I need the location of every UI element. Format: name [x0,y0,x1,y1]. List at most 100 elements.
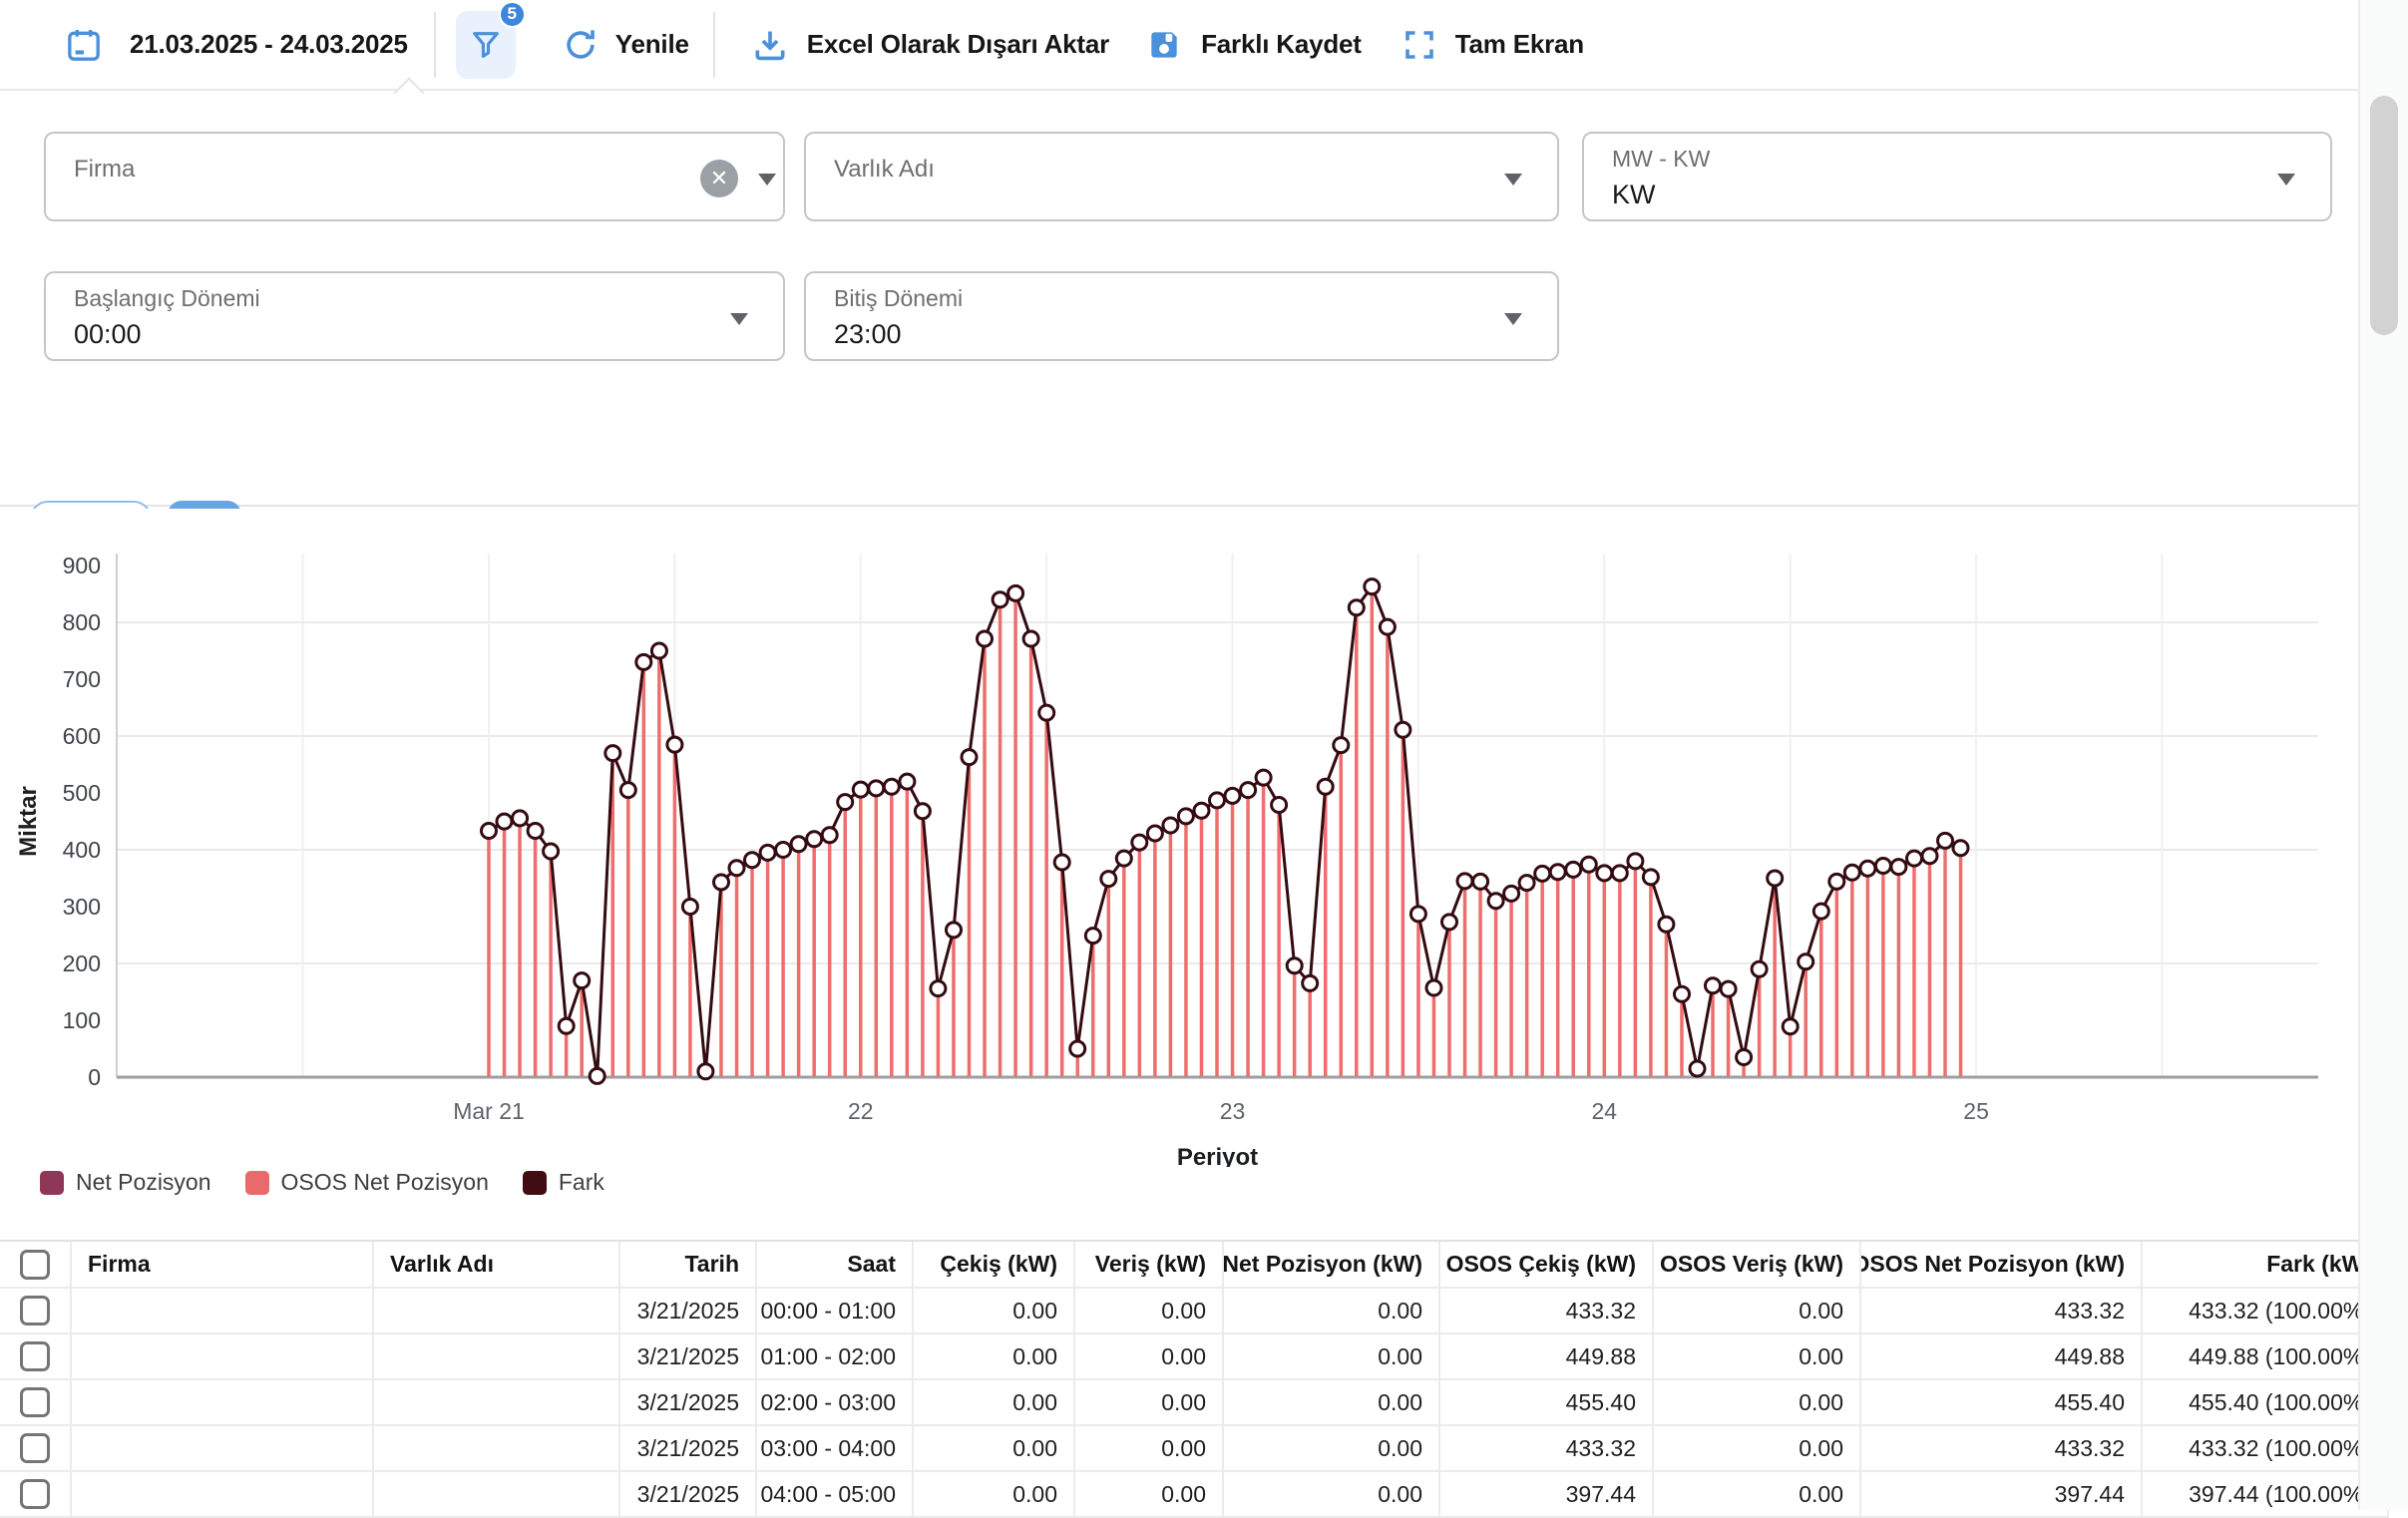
table-cell: 0.00 [1654,1334,1861,1380]
table-cell: 0.00 [914,1472,1075,1518]
table-row: 3/21/202503:00 - 04:000.000.000.00433.32… [0,1426,2389,1472]
table-cell [0,1380,72,1426]
svg-text:Periyot: Periyot [1177,1144,1258,1167]
table-cell: 449.88 [1861,1334,2143,1380]
baslangic-donemi-label: Başlangıç Dönemi [74,285,260,312]
chevron-down-icon[interactable] [2277,174,2295,186]
row-checkbox[interactable] [20,1479,50,1509]
clear-icon[interactable]: ✕ [700,160,738,197]
table-cell: 433.32 (100.00%) [2143,1289,2389,1334]
refresh-icon[interactable] [562,26,600,64]
baslangic-donemi-field[interactable]: Başlangıç Dönemi 00:00 [44,271,785,361]
table-header-cell: Firma [72,1242,374,1289]
table-header-cell: Net Pozisyon (kW) [1224,1242,1440,1289]
bitis-donemi-field[interactable]: Bitiş Dönemi 23:00 [804,271,1559,361]
filter-button[interactable]: 5 [456,11,516,79]
row-checkbox[interactable] [20,1250,50,1280]
svg-text:200: 200 [63,950,101,976]
table-cell: 0.00 [1075,1334,1224,1380]
row-checkbox[interactable] [20,1341,50,1371]
table-header-cell [0,1242,72,1289]
table-cell: 00:00 - 01:00 [757,1289,914,1334]
table-cell: 0.00 [1075,1472,1224,1518]
varlik-adi-field[interactable]: Varlık Adı [804,132,1559,221]
svg-text:25: 25 [1963,1098,1989,1124]
firma-label: Firma [74,156,135,184]
fullscreen-button[interactable]: Tam Ekran [1455,29,1584,60]
svg-text:22: 22 [848,1098,874,1124]
row-checkbox[interactable] [20,1433,50,1463]
table-cell: 0.00 [914,1289,1075,1334]
table-cell: 397.44 (100.00%) [2143,1472,2389,1518]
chart-section: 0100200300400500600700800900Mar 21222324… [0,509,2408,1240]
calendar-icon[interactable] [64,25,104,65]
download-icon[interactable] [751,26,789,64]
table-header-cell: Fark (kW) [2143,1242,2389,1289]
chevron-down-icon[interactable] [1504,313,1522,325]
legend-swatch-icon [40,1171,64,1195]
table-header-cell: Çekiş (kW) [914,1242,1075,1289]
bitis-donemi-label: Bitiş Dönemi [834,285,963,312]
table-cell [374,1334,620,1380]
table-cell: 0.00 [1075,1426,1224,1472]
date-range[interactable]: 21.03.2025 - 24.03.2025 [130,29,408,60]
table-cell: 3/21/2025 [620,1334,757,1380]
table-cell: 0.00 [1654,1289,1861,1334]
table-header-cell: OSOS Veriş (kW) [1654,1242,1861,1289]
chevron-down-icon[interactable] [1504,174,1522,186]
table-cell: 433.32 [1440,1426,1654,1472]
table-cell: 0.00 [1224,1380,1440,1426]
table-cell: 0.00 [914,1426,1075,1472]
table-row: 3/21/202502:00 - 03:000.000.000.00455.40… [0,1380,2389,1426]
svg-text:600: 600 [63,723,101,749]
svg-text:800: 800 [63,609,101,635]
legend-swatch-icon [523,1171,547,1195]
table-cell: 397.44 [1861,1472,2143,1518]
filter-icon [469,28,503,62]
firma-field[interactable]: Firma ✕ [44,132,785,221]
legend-item[interactable]: OSOS Net Pozisyon [245,1169,489,1196]
fullscreen-icon[interactable] [1402,27,1437,63]
svg-text:23: 23 [1220,1098,1246,1124]
toolbar-divider [434,12,436,78]
chevron-down-icon[interactable] [730,313,748,325]
export-excel-button[interactable]: Excel Olarak Dışarı Aktar [807,29,1109,60]
legend-item[interactable]: Fark [523,1169,604,1196]
miktar-periyot-chart[interactable]: 0100200300400500600700800900Mar 21222324… [0,509,2408,1167]
chevron-down-icon[interactable] [758,174,776,186]
table-cell: 449.88 [1440,1334,1654,1380]
table-cell: 0.00 [914,1334,1075,1380]
mw-kw-field[interactable]: MW - KW KW [1582,132,2332,221]
table-cell: 433.32 (100.00%) [2143,1426,2389,1472]
table-cell [0,1334,72,1380]
legend-item[interactable]: Net Pozisyon [40,1169,211,1196]
table-cell: 0.00 [1224,1426,1440,1472]
table-cell: 0.00 [1075,1289,1224,1334]
table-header-cell: Veriş (kW) [1075,1242,1224,1289]
table-cell: 0.00 [914,1380,1075,1426]
table-header-cell: Tarih [620,1242,757,1289]
table-cell: 455.40 (100.00%) [2143,1380,2389,1426]
legend-label: OSOS Net Pozisyon [281,1169,489,1196]
table-row: 3/21/202504:00 - 05:000.000.000.00397.44… [0,1472,2389,1518]
row-checkbox[interactable] [20,1296,50,1326]
svg-text:900: 900 [63,553,101,578]
table-cell: 0.00 [1224,1334,1440,1380]
table-cell: 397.44 [1440,1472,1654,1518]
table-cell: 3/21/2025 [620,1289,757,1334]
table-cell: 02:00 - 03:00 [757,1380,914,1426]
save-as-button[interactable]: Farklı Kaydet [1201,29,1362,60]
save-icon[interactable] [1145,26,1183,64]
table-header-cell: OSOS Net Pozisyon (kW) [1861,1242,2143,1289]
vertical-scrollbar[interactable] [2358,0,2408,1510]
toolbar-divider [713,12,715,78]
refresh-button[interactable]: Yenile [615,29,689,60]
table-row: 3/21/202501:00 - 02:000.000.000.00449.88… [0,1334,2389,1380]
scrollbar-thumb[interactable] [2370,96,2398,335]
svg-text:700: 700 [63,666,101,692]
legend-swatch-icon [245,1171,269,1195]
row-checkbox[interactable] [20,1387,50,1417]
chart-legend: Net Pozisyon OSOS Net Pozisyon Fark [40,1169,604,1196]
toolbar: 21.03.2025 - 24.03.2025 5 Yenile Excel O… [0,0,2408,91]
table-cell: 455.40 [1440,1380,1654,1426]
